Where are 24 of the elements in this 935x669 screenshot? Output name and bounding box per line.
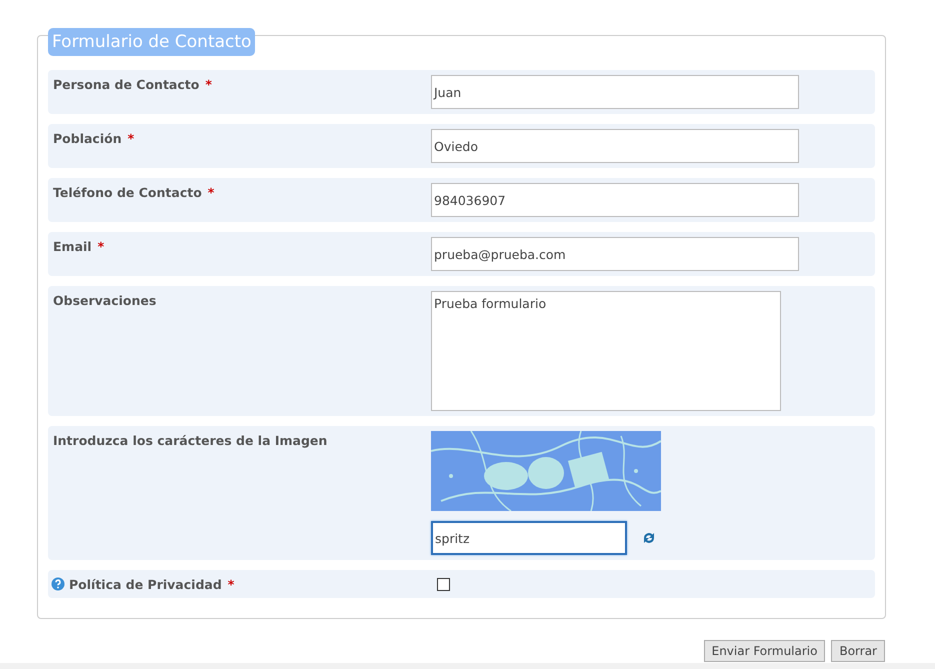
field-label: Introduzca los carácteres de la Imagen	[53, 433, 328, 448]
help-icon[interactable]	[51, 577, 65, 591]
checkbox[interactable]	[437, 578, 450, 590]
captcha-input-field[interactable]: spritz	[431, 521, 627, 555]
field-label: Persona de Contacto	[53, 77, 200, 92]
required-asterisk: *	[205, 77, 212, 92]
field-label: Teléfono de Contacto	[53, 185, 202, 200]
input-field[interactable]: 984036907	[431, 183, 799, 217]
submit-button[interactable]: Enviar Formulario	[704, 640, 826, 662]
input-field[interactable]: Oviedo	[431, 129, 799, 163]
field-label: Observaciones	[53, 293, 156, 308]
required-asterisk: *	[98, 239, 104, 254]
field-label: Política de Privacidad	[69, 576, 222, 592]
input-field[interactable]: Juan	[431, 75, 799, 109]
field-label: Email	[53, 239, 92, 254]
form-title: Formulario de Contacto	[48, 28, 256, 56]
required-asterisk: *	[208, 185, 214, 200]
input-field[interactable]: prueba@prueba.com	[431, 237, 799, 271]
reset-button[interactable]: Borrar	[831, 640, 885, 662]
refresh-icon[interactable]	[641, 530, 657, 546]
field-label: Población	[53, 131, 122, 146]
required-asterisk: *	[228, 576, 234, 592]
textarea-field[interactable]: Prueba formulario	[431, 291, 781, 411]
required-asterisk: *	[128, 131, 134, 146]
